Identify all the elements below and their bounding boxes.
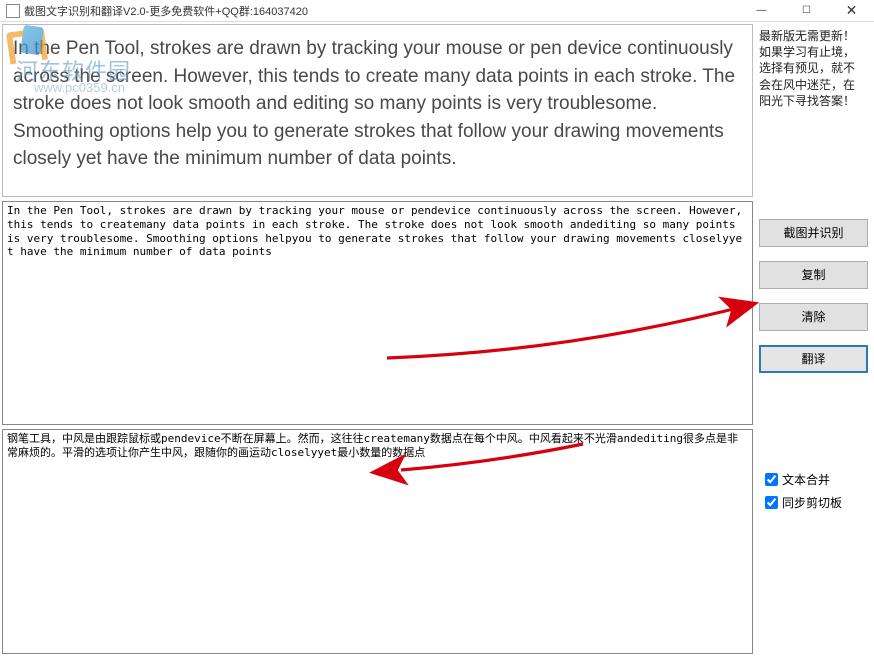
translation-text[interactable]: 钢笔工具，中风是由跟踪鼠标或pendevice不断在屏幕上。然而，这往往crea… xyxy=(7,432,748,461)
sync-clipboard-label: 同步剪切板 xyxy=(782,494,842,511)
titlebar: 截图文字识别和翻译V2.0-更多免费软件+QQ群:164037420 — ☐ ✕ xyxy=(0,0,874,22)
window-title: 截图文字识别和翻译V2.0-更多免费软件+QQ群:164037420 xyxy=(24,3,308,19)
sync-clipboard-input[interactable] xyxy=(765,496,778,509)
merge-text-input[interactable] xyxy=(765,473,778,486)
minimize-button[interactable]: — xyxy=(739,0,784,22)
sync-clipboard-checkbox[interactable]: 同步剪切板 xyxy=(765,494,868,511)
capture-recognize-button[interactable]: 截图并识别 xyxy=(759,219,868,247)
translate-button[interactable]: 翻译 xyxy=(759,345,868,373)
ocr-text[interactable]: In the Pen Tool, strokes are drawn by tr… xyxy=(7,204,748,259)
close-button[interactable]: ✕ xyxy=(829,0,874,22)
right-sidebar: 最新版无需更新！ 如果学习有止境， 选择有预见，就不 会在风中迷茫，在 阳光下寻… xyxy=(755,22,874,658)
translation-result-area[interactable]: 钢笔工具，中风是由跟踪鼠标或pendevice不断在屏幕上。然而，这往往crea… xyxy=(2,429,753,654)
clear-button[interactable]: 清除 xyxy=(759,303,868,331)
ocr-result-area[interactable]: In the Pen Tool, strokes are drawn by tr… xyxy=(2,201,753,425)
window-controls: — ☐ ✕ xyxy=(739,0,874,22)
merge-text-checkbox[interactable]: 文本合并 xyxy=(765,471,868,488)
copy-button[interactable]: 复制 xyxy=(759,261,868,289)
merge-text-label: 文本合并 xyxy=(782,471,830,488)
maximize-button[interactable]: ☐ xyxy=(784,0,829,22)
info-text: 最新版无需更新！ 如果学习有止境， 选择有预见，就不 会在风中迷茫，在 阳光下寻… xyxy=(759,28,868,109)
source-image-area: In the Pen Tool, strokes are drawn by tr… xyxy=(2,24,753,197)
app-icon xyxy=(6,4,20,18)
left-column: In the Pen Tool, strokes are drawn by tr… xyxy=(0,22,755,658)
source-text: In the Pen Tool, strokes are drawn by tr… xyxy=(13,35,740,173)
